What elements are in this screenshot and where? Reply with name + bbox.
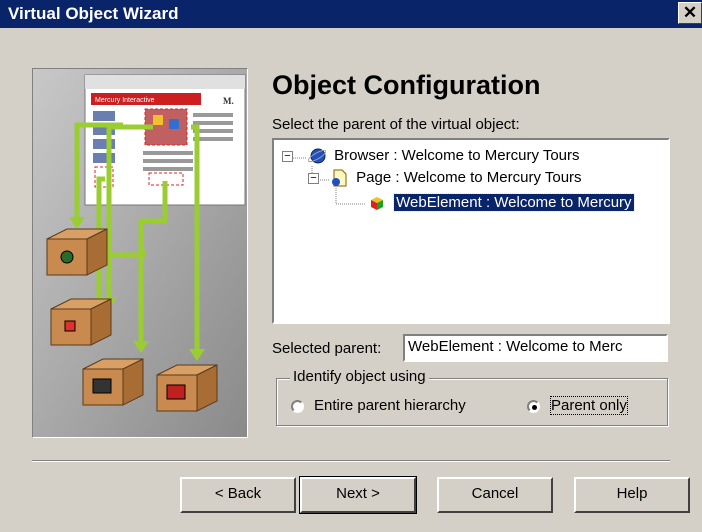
radio-entire-parent-hierarchy[interactable] (291, 400, 304, 413)
wizard-illustration-graphic: Mercury Interactive M. (33, 69, 247, 437)
help-button[interactable]: Help (574, 477, 690, 513)
radio-entire-label[interactable]: Entire parent hierarchy (314, 397, 466, 414)
page-heading: Object Configuration (272, 70, 541, 100)
selected-parent-label: Selected parent: (272, 340, 382, 357)
title-bar: Virtual Object Wizard ✕ (0, 0, 702, 28)
tree-expander[interactable]: − (308, 173, 319, 184)
parent-tree-view[interactable]: − Browser : Welcome to Mercury Tours − P… (272, 138, 670, 324)
radio-parent-only-label[interactable]: Parent only (550, 396, 628, 415)
brand-logo-text: M. (223, 96, 234, 106)
tree-expander[interactable]: − (282, 151, 293, 162)
back-button[interactable]: < Back (180, 477, 296, 513)
window-title: Virtual Object Wizard (8, 4, 179, 23)
radio-selected-dot (532, 405, 537, 410)
tree-node-page[interactable]: Page : Welcome to Mercury Tours (330, 168, 582, 188)
tree-node-label: Browser : Welcome to Mercury Tours (334, 147, 580, 164)
selected-parent-field[interactable]: WebElement : Welcome to Merc (403, 334, 668, 362)
page-icon (330, 169, 348, 187)
tree-node-label: Page : Welcome to Mercury Tours (356, 169, 582, 186)
cancel-button[interactable]: Cancel (437, 477, 553, 513)
close-icon: ✕ (682, 3, 698, 22)
brand-text: Mercury Interactive (95, 97, 155, 104)
next-button[interactable]: Next > (299, 476, 417, 514)
tree-node-browser[interactable]: Browser : Welcome to Mercury Tours (307, 146, 580, 166)
web-element-icon (368, 194, 386, 212)
tree-label: Select the parent of the virtual object: (272, 116, 520, 133)
tree-node-label: WebElement : Welcome to Mercury (393, 193, 635, 212)
separator (32, 460, 670, 462)
close-button[interactable]: ✕ (678, 2, 702, 24)
tree-node-web-element[interactable]: WebElement : Welcome to Mercury (368, 193, 635, 213)
radio-parent-only[interactable] (527, 400, 540, 413)
browser-globe-icon (307, 147, 327, 165)
identify-group-label: Identify object using (290, 368, 429, 385)
wizard-illustration: Mercury Interactive M. (32, 68, 248, 438)
